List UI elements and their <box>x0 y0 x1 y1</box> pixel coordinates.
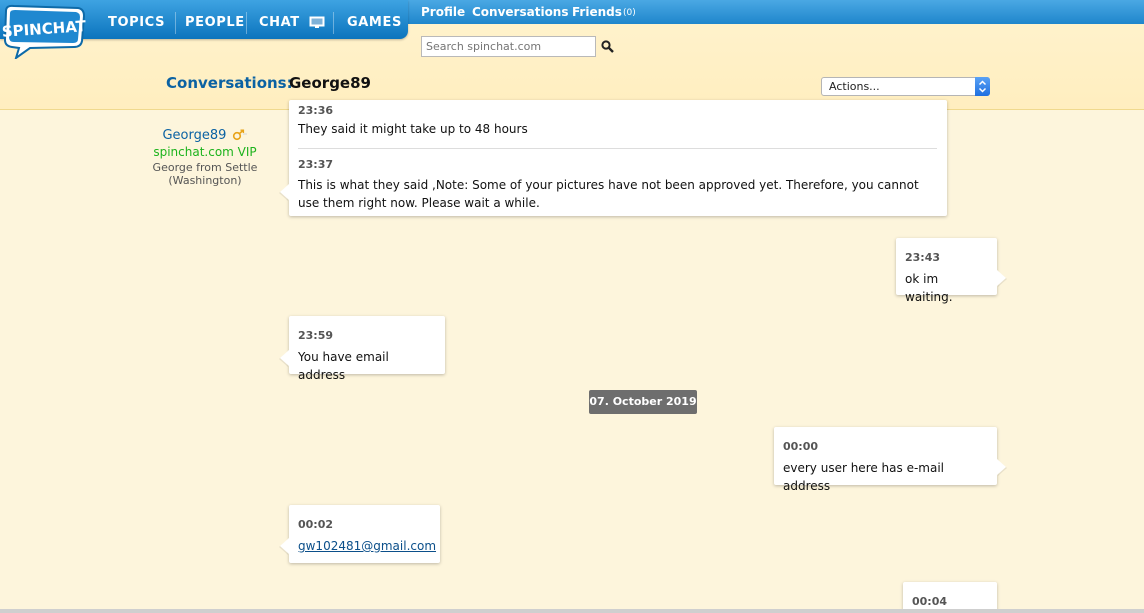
conversations-label: Conversations: <box>166 74 293 92</box>
friends-link[interactable]: Friends <box>572 5 622 19</box>
message-bubble-outgoing: 00:00 every user here has e-mail address <box>774 427 997 493</box>
dropdown-arrows-icon <box>975 77 990 96</box>
search-input[interactable] <box>421 36 596 57</box>
search-icon[interactable] <box>601 40 614 53</box>
nav-divider <box>175 12 176 34</box>
profile-link[interactable]: Profile <box>421 5 465 19</box>
message-bubble-incoming: 00:02 gw102481@gmail.com <box>289 505 440 563</box>
nav-people[interactable]: PEOPLE <box>185 0 245 39</box>
nav-games[interactable]: GAMES <box>347 0 402 39</box>
message-time: 00:00 <box>783 440 819 453</box>
nav-chat[interactable]: CHAT <box>259 0 300 39</box>
message-time: 00:02 <box>298 518 334 531</box>
message-text: They said it might take up to 48 hours <box>298 122 528 136</box>
message-bubble-outgoing: 23:43 ok im waiting. <box>896 238 997 304</box>
actions-dropdown-label: Actions... <box>829 80 880 93</box>
window-bottom-edge <box>0 609 1144 613</box>
monitor-icon[interactable] <box>309 16 325 29</box>
message-text: gw102481@gmail.com <box>298 537 436 555</box>
partner-location-line2: (Washington) <box>168 174 242 187</box>
top-header: Profile Conversations Friends (0) TOPICS… <box>0 0 1144 110</box>
partner-profile: George89 spinchat.com VIP George from Se… <box>150 124 260 187</box>
friends-count: (0) <box>623 8 636 18</box>
message-time: 23:36 <box>298 104 334 117</box>
message-text: every user here has e-mail address <box>783 461 945 493</box>
email-link[interactable]: gw102481@gmail.com <box>298 539 436 553</box>
spinchat-logo[interactable]: SPINCHAT <box>2 3 86 59</box>
male-symbol-icon <box>232 129 247 140</box>
message-time: 23:59 <box>298 329 334 342</box>
date-separator: 07. October 2019 <box>589 390 697 414</box>
message-text: ok im waiting. <box>905 272 953 304</box>
message-time: 00:04 <box>912 595 948 608</box>
nav-topics[interactable]: TOPICS <box>108 0 165 39</box>
partner-location-line1: George from Settle <box>152 161 258 174</box>
nav-divider <box>246 12 247 34</box>
message-time: 23:43 <box>905 251 941 264</box>
actions-dropdown[interactable]: Actions... <box>821 77 990 96</box>
conversations-link[interactable]: Conversations <box>472 5 569 19</box>
sub-navigation: Profile Conversations Friends (0) <box>408 0 1144 24</box>
message-bubble-incoming: 23:59 You have email address <box>289 316 445 382</box>
vip-badge: spinchat.com VIP <box>153 145 257 159</box>
message-bubble-incoming: 23:36 They said it might take up to 48 h… <box>289 100 947 216</box>
conversation-partner-name: George89 <box>289 74 371 92</box>
message-time: 23:37 <box>298 158 334 171</box>
message-text: This is what they said ,Note: Some of yo… <box>298 178 919 210</box>
message-divider <box>298 148 937 149</box>
nav-divider <box>333 12 334 34</box>
message-text: You have email address <box>298 350 389 382</box>
partner-username-link[interactable]: George89 <box>162 128 226 143</box>
